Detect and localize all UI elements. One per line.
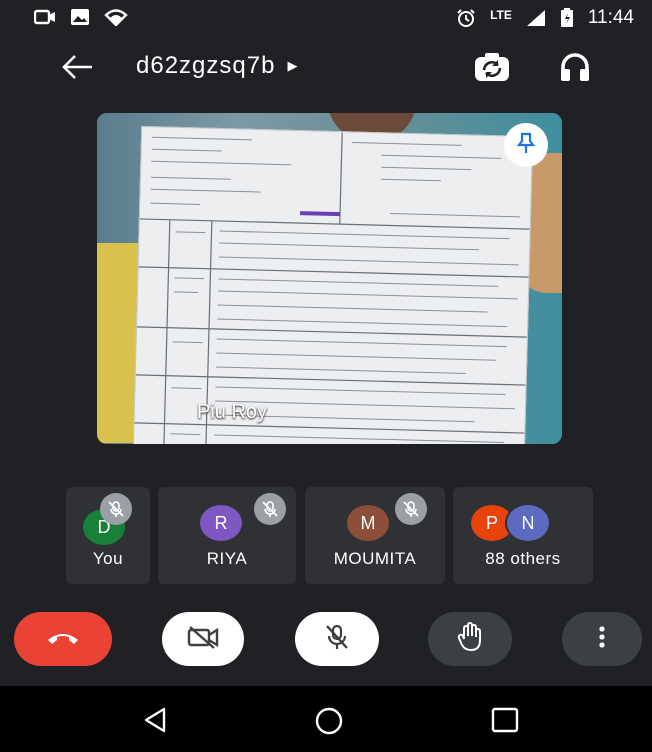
toggle-camera-button[interactable] xyxy=(162,612,244,666)
toggle-mic-button[interactable] xyxy=(295,612,379,666)
avatar: N xyxy=(505,503,551,543)
meeting-top-bar: d62zgzsq7b ▶ xyxy=(0,40,652,96)
main-participant-name: Piu Roy xyxy=(197,401,268,423)
participant-name: RIYA xyxy=(206,549,248,568)
switch-camera-icon[interactable] xyxy=(472,50,512,89)
image-icon xyxy=(70,8,90,26)
battery-icon xyxy=(560,8,574,28)
avatar: R xyxy=(200,505,242,541)
mic-off-icon xyxy=(100,493,132,525)
mic-off-icon xyxy=(395,493,427,525)
pin-icon xyxy=(516,132,536,159)
nav-back-icon[interactable] xyxy=(142,706,168,739)
mic-off-icon xyxy=(254,493,286,525)
more-vert-icon xyxy=(598,625,606,653)
nav-home-icon[interactable] xyxy=(314,706,344,741)
end-call-icon xyxy=(45,628,81,651)
meeting-details-button[interactable]: d62zgzsq7b ▶ xyxy=(136,52,298,80)
camera-icon xyxy=(34,8,56,26)
headphones-icon[interactable] xyxy=(558,50,592,89)
participant-tile-moumita[interactable]: M MOUMITA xyxy=(305,487,445,584)
meeting-code: d62zgzsq7b xyxy=(136,52,276,79)
avatar: M xyxy=(347,505,389,541)
pin-button[interactable] xyxy=(504,123,548,167)
participant-name: MOUMITA xyxy=(333,549,417,568)
raise-hand-icon xyxy=(456,621,484,657)
clock: 11:44 xyxy=(587,7,634,28)
participant-name: 88 others xyxy=(485,549,561,568)
end-call-button[interactable] xyxy=(14,612,112,666)
signal-icon xyxy=(526,9,546,27)
raise-hand-button[interactable] xyxy=(428,612,512,666)
participant-tile-you[interactable]: D You xyxy=(66,487,150,584)
mic-off-icon xyxy=(324,623,350,656)
expand-arrow-icon: ▶ xyxy=(287,58,299,73)
participant-tile-riya[interactable]: R RIYA xyxy=(158,487,296,584)
video-off-icon xyxy=(186,625,220,654)
main-video-tile[interactable]: Piu Roy xyxy=(97,113,562,444)
nav-recents-icon[interactable] xyxy=(490,706,520,739)
participant-tile-others[interactable]: P N 88 others xyxy=(453,487,593,584)
lte-icon: LTE xyxy=(490,8,512,22)
participant-name: You xyxy=(92,549,124,568)
more-options-button[interactable] xyxy=(562,612,642,666)
status-bar: LTE 11:44 xyxy=(0,0,652,38)
document-sheet xyxy=(132,125,534,444)
back-arrow-icon[interactable] xyxy=(60,52,94,82)
wifi-icon xyxy=(104,8,128,26)
system-nav-bar xyxy=(0,686,652,752)
alarm-icon xyxy=(456,8,476,28)
